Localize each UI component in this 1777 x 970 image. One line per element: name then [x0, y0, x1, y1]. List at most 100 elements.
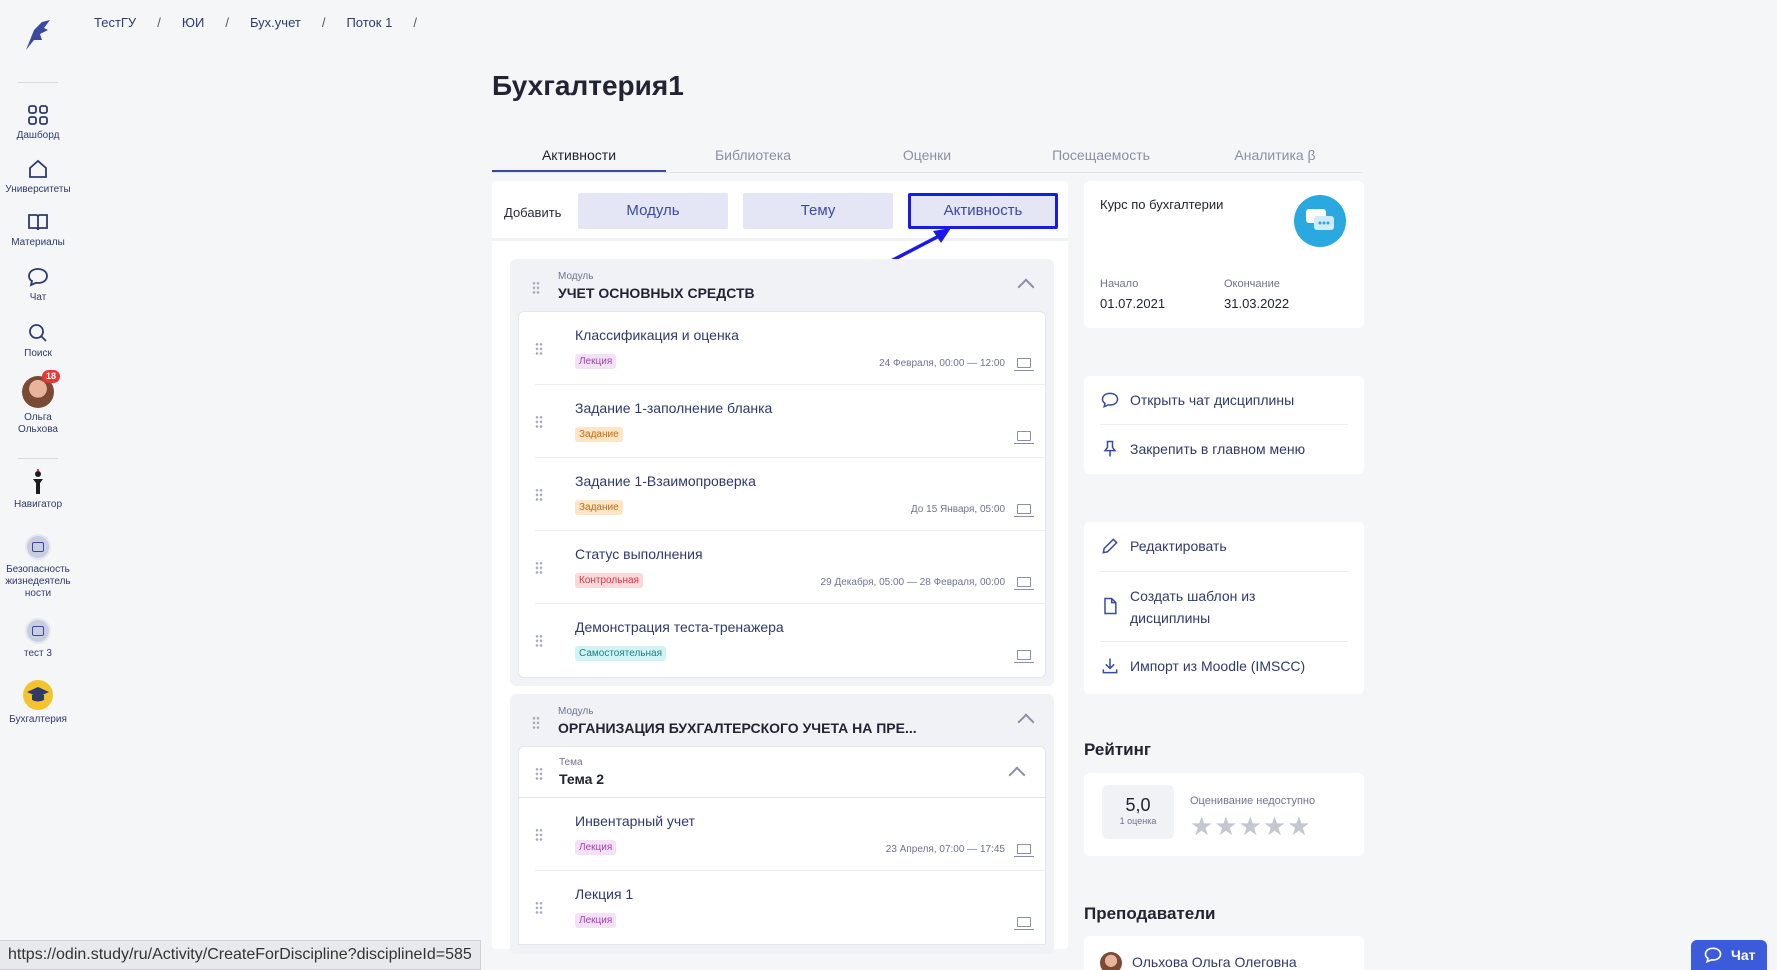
- tab-analytics[interactable]: Аналитика β: [1188, 143, 1362, 172]
- rail-dashboard-label: Дашборд: [16, 130, 60, 141]
- drag-handle-icon[interactable]: [535, 561, 543, 575]
- tab-activities[interactable]: Активности: [492, 143, 666, 172]
- pin-label: Закрепить в главном меню: [1130, 441, 1306, 457]
- drag-handle-icon[interactable]: [532, 281, 540, 295]
- chevron-up-icon[interactable]: [1017, 713, 1035, 731]
- course-title: Курс по бухгалтерии: [1100, 197, 1224, 212]
- activity-item[interactable]: Статус выполнения Контрольная 29 Декабря…: [535, 531, 1045, 604]
- rating-heading: Рейтинг: [1084, 740, 1151, 759]
- course-info-card: Курс по бухгалтерии Начало 01.07.2021 Ок…: [1084, 181, 1364, 328]
- drag-handle-icon[interactable]: [535, 342, 543, 356]
- drag-handle-icon[interactable]: [535, 767, 543, 781]
- activity-item[interactable]: Инвентарный учет Лекция 23 Апреля, 07:00…: [535, 798, 1045, 871]
- drag-handle-icon[interactable]: [535, 634, 543, 648]
- rail-search[interactable]: Поиск: [0, 321, 76, 360]
- chat-bubble-icon: [1704, 947, 1722, 964]
- breadcrumb: ТестГУ / ЮИ / Бух.учет / Поток 1 /: [94, 15, 438, 30]
- activity-item[interactable]: Лекция 1 Лекция: [535, 871, 1045, 944]
- rail-course-test3[interactable]: тест 3: [0, 618, 76, 660]
- screen-icon: [1014, 431, 1034, 444]
- drag-handle-icon[interactable]: [535, 415, 543, 429]
- rail-divider: [18, 82, 58, 83]
- course-chat-icon: [1294, 195, 1346, 247]
- rail-course-safety[interactable]: Безопасность жизнедеятель ности: [0, 534, 76, 600]
- rail-chat-label: Чат: [29, 292, 47, 303]
- add-label: Добавить: [504, 205, 562, 220]
- activity-item[interactable]: Задание 1-Взаимопроверка Задание До 15 Я…: [535, 458, 1045, 531]
- breadcrumb-item[interactable]: Бух.учет: [250, 15, 301, 30]
- breadcrumb-item[interactable]: Поток 1: [346, 15, 392, 30]
- breadcrumb-item[interactable]: ЮИ: [182, 15, 204, 30]
- breadcrumb-item[interactable]: ТестГУ: [94, 15, 136, 30]
- tab-library[interactable]: Библиотека: [666, 143, 840, 172]
- activity-title[interactable]: Классификация и оценка: [575, 327, 739, 343]
- rail-search-label: Поиск: [24, 348, 52, 359]
- activity-item[interactable]: Задание 1-заполнение бланка Задание: [535, 385, 1045, 458]
- end-date: 31.03.2022: [1224, 296, 1290, 311]
- chat-button-label: Чат: [1731, 947, 1756, 963]
- activity-title[interactable]: Задание 1-заполнение бланка: [575, 400, 772, 416]
- logo-icon[interactable]: [20, 16, 54, 54]
- activity-list: Классификация и оценка Лекция 24 Февраля…: [518, 311, 1046, 678]
- activity-item[interactable]: Демонстрация теста-тренажера Самостоятел…: [535, 604, 1045, 677]
- activity-title[interactable]: Статус выполнения: [575, 546, 703, 562]
- rail-materials[interactable]: Материалы: [0, 210, 76, 249]
- pin-icon: [1103, 440, 1117, 457]
- import-moodle-label: Импорт из Moodle (IMSCC): [1130, 658, 1306, 674]
- create-template-label: Создать шаблон из дисциплины: [1130, 588, 1256, 626]
- laptop-icon: [1014, 844, 1034, 857]
- tab-attendance[interactable]: Посещаемость: [1014, 143, 1188, 172]
- create-template-row[interactable]: Создать шаблон из дисциплины: [1100, 572, 1348, 642]
- module-header[interactable]: Модуль УЧЕТ ОСНОВНЫХ СРЕДСТВ: [510, 259, 1054, 311]
- module-header[interactable]: Модуль ОРГАНИЗАЦИЯ БУХГАЛТЕРСКОГО УЧЕТА …: [510, 694, 1054, 746]
- activity-title[interactable]: Лекция 1: [575, 886, 633, 902]
- drag-handle-icon[interactable]: [535, 828, 543, 842]
- activity-item[interactable]: Классификация и оценка Лекция 24 Февраля…: [535, 312, 1045, 385]
- rail-profile-label: Ольга Ольхова: [18, 412, 58, 435]
- rail-chat[interactable]: Чат: [0, 265, 76, 304]
- breadcrumb-separator: /: [157, 15, 161, 30]
- add-topic-button[interactable]: Тему: [743, 193, 893, 229]
- activity-date: 24 Февраля, 00:00 — 12:00: [879, 358, 1005, 369]
- activity-type-badge: Задание: [575, 500, 623, 515]
- chevron-up-icon[interactable]: [1008, 766, 1026, 784]
- start-date-label: Начало: [1100, 278, 1139, 290]
- end-date-label: Окончание: [1224, 278, 1280, 290]
- chat-button[interactable]: Чат: [1691, 940, 1767, 970]
- activity-title[interactable]: Инвентарный учет: [575, 813, 695, 829]
- tab-grades[interactable]: Оценки: [840, 143, 1014, 172]
- screen-icon: [1014, 650, 1034, 663]
- topic-kicker: Тема: [559, 757, 583, 768]
- module-kicker: Модуль: [558, 706, 594, 717]
- activity-type-badge: Контрольная: [575, 573, 643, 588]
- graduation-cap-icon: [23, 680, 53, 710]
- rail-navigator-label: Навигатор: [13, 499, 63, 510]
- import-moodle-row[interactable]: Импорт из Moodle (IMSCC): [1100, 642, 1348, 692]
- activity-date: До 15 Января, 05:00: [910, 504, 1005, 515]
- edit-row[interactable]: Редактировать: [1100, 522, 1348, 572]
- drag-handle-icon[interactable]: [532, 716, 540, 730]
- add-module-button[interactable]: Модуль: [578, 193, 728, 229]
- rating-score: 5,0: [1125, 795, 1151, 815]
- pin-row[interactable]: Закрепить в главном меню: [1100, 425, 1348, 474]
- activity-title[interactable]: Демонстрация теста-тренажера: [575, 619, 784, 635]
- drag-handle-icon[interactable]: [535, 901, 543, 915]
- chevron-up-icon[interactable]: [1017, 278, 1035, 296]
- screen-icon: [1014, 917, 1034, 930]
- rail-dashboard[interactable]: Дашборд: [0, 103, 76, 142]
- drag-handle-icon[interactable]: [535, 488, 543, 502]
- rail-navigator[interactable]: Навигатор: [0, 468, 76, 511]
- rail-profile[interactable]: 18 Ольга Ольхова: [0, 370, 76, 436]
- book-icon: [28, 214, 48, 231]
- open-chat-row[interactable]: Открыть чат дисциплины: [1100, 376, 1348, 425]
- status-url: https://odin.study/ru/Activity/CreateFor…: [0, 940, 481, 970]
- rail-universities[interactable]: Университеты: [0, 157, 76, 196]
- rail-materials-label: Материалы: [11, 237, 65, 248]
- add-activity-button[interactable]: Активность: [908, 193, 1058, 229]
- topic-header[interactable]: Тема Тема 2: [518, 746, 1046, 798]
- rail-course-accounting[interactable]: Бухгалтерия: [0, 679, 76, 726]
- app-root: Дашборд Университеты Материалы Чат Поиск…: [0, 0, 1777, 970]
- teacher-name[interactable]: Ольхова Ольга Олеговна: [1132, 954, 1297, 970]
- activity-title[interactable]: Задание 1-Взаимопроверка: [575, 473, 756, 489]
- activity-date: 29 Декабря, 05:00 — 28 Февраля, 00:00: [820, 577, 1005, 588]
